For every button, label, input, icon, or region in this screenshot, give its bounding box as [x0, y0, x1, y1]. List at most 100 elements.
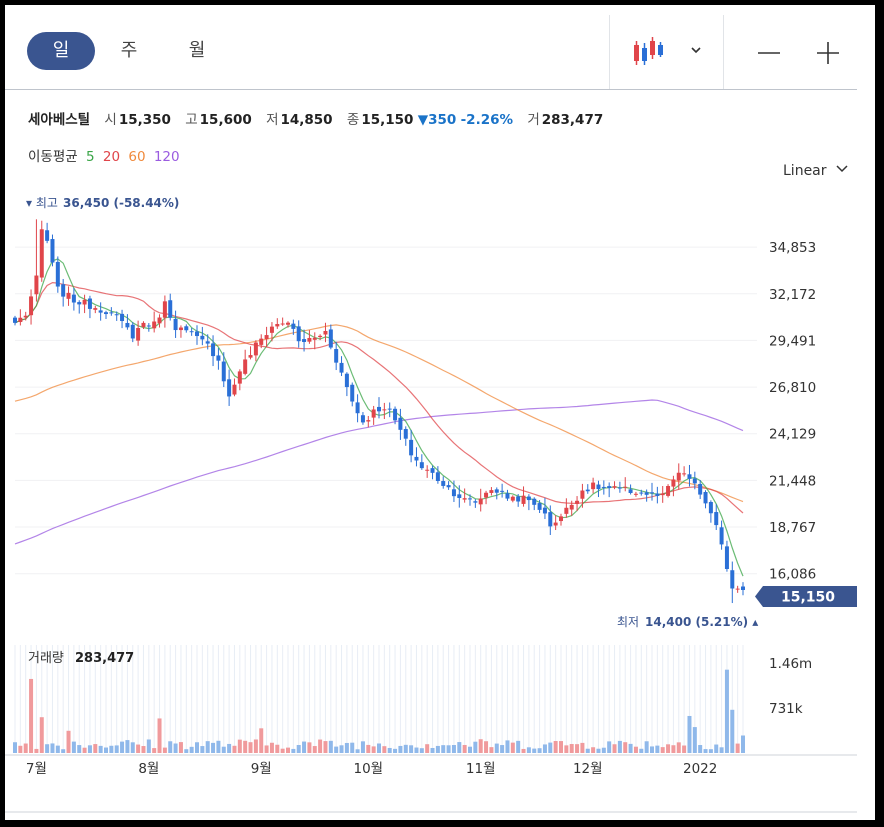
candle-body [339, 362, 344, 373]
volume-bar [23, 743, 28, 753]
volume-bar [585, 748, 590, 753]
volume-bar [157, 718, 162, 753]
volume-bar [553, 741, 558, 753]
volume-bar [409, 745, 414, 753]
x-tick-label: 7월 [26, 761, 47, 777]
volume-bar [114, 745, 119, 753]
candle-body [200, 335, 205, 340]
volume-bar [414, 747, 419, 753]
candle-body [109, 312, 114, 314]
candle-body [195, 331, 199, 337]
volume-bar [13, 742, 17, 753]
y-tick-label: 26,810 [769, 380, 816, 396]
volume-tick-label: 731k [769, 701, 803, 717]
volume-bar [655, 745, 660, 753]
price-chart[interactable]: 34,853 32,172 29,491 26,810 24,129 21,448 18,7… [5, 5, 875, 820]
candle-body [398, 417, 403, 430]
volume-bar [607, 741, 612, 753]
volume-bar [173, 743, 178, 753]
volume-bar [682, 745, 687, 753]
volume-bar [489, 747, 494, 753]
candle-body [591, 482, 596, 490]
candle-body [366, 420, 371, 422]
volume-bar [237, 739, 242, 753]
candle-body [403, 429, 408, 439]
volume-bar [328, 740, 333, 753]
candle [708, 500, 713, 523]
volume-bar [542, 744, 547, 753]
candle-body [136, 328, 141, 341]
candle [334, 341, 339, 371]
candle [216, 348, 221, 370]
candle-body [162, 301, 167, 318]
volume-bar [93, 744, 98, 753]
candle-body [18, 317, 23, 323]
volume-bar [269, 742, 274, 753]
volume-bar [275, 744, 280, 753]
volume-bar [617, 740, 622, 753]
candle-body [77, 302, 82, 305]
candle [382, 402, 387, 420]
candle [510, 495, 515, 503]
volume-bar [559, 741, 563, 753]
candle [655, 486, 660, 504]
volume-bar [146, 739, 151, 753]
candle-body [564, 507, 569, 514]
candle-body [184, 326, 189, 331]
candle-body [553, 522, 558, 526]
candle [307, 330, 312, 344]
candle-body [580, 490, 585, 499]
candle-body [607, 486, 612, 489]
x-tick-label: 8월 [138, 761, 159, 777]
candle-body [259, 338, 264, 345]
volume-bar [730, 709, 735, 753]
volume-bar [393, 748, 398, 753]
candle-body [542, 507, 547, 514]
ma120-line [14, 399, 744, 545]
candle [682, 466, 687, 477]
candle-body [510, 496, 515, 501]
volume-bar [735, 743, 740, 753]
candle-body [98, 310, 103, 313]
candle-body [478, 498, 483, 505]
candle [478, 488, 483, 512]
candle-body [205, 341, 210, 344]
volume-bar [714, 744, 719, 753]
volume-bar [703, 749, 708, 753]
candle-body [612, 486, 617, 488]
y-tick-label: 34,853 [769, 240, 816, 256]
candle [253, 340, 258, 362]
candle-body [211, 343, 216, 357]
volume-bar [350, 742, 355, 753]
volume-bar [387, 747, 392, 753]
volume-bar [516, 740, 521, 753]
candle [18, 309, 23, 326]
volume-bar [77, 745, 82, 753]
volume-bar [211, 742, 216, 753]
candle [34, 219, 39, 302]
candle [195, 325, 199, 345]
candle [87, 295, 92, 319]
x-tick-label: 9월 [251, 761, 272, 777]
candle-body [61, 284, 66, 297]
volume-bar [601, 747, 606, 753]
volume-bar [232, 745, 237, 753]
volume-bar [403, 744, 408, 753]
volume-bar [660, 747, 665, 753]
volume-bar [639, 748, 644, 753]
candle [505, 489, 510, 501]
volume-bar [130, 742, 135, 753]
candle-body [435, 472, 440, 482]
volume-bar [162, 747, 167, 753]
candle [724, 540, 729, 572]
candle [473, 499, 478, 508]
candle-body [130, 324, 135, 339]
candle-body [189, 331, 194, 333]
volume-bar [259, 728, 264, 753]
candle [730, 561, 735, 604]
candle [130, 322, 135, 343]
candle-body [596, 484, 601, 490]
candle [441, 476, 446, 489]
candle-body [741, 586, 745, 590]
candle-body [23, 315, 28, 318]
